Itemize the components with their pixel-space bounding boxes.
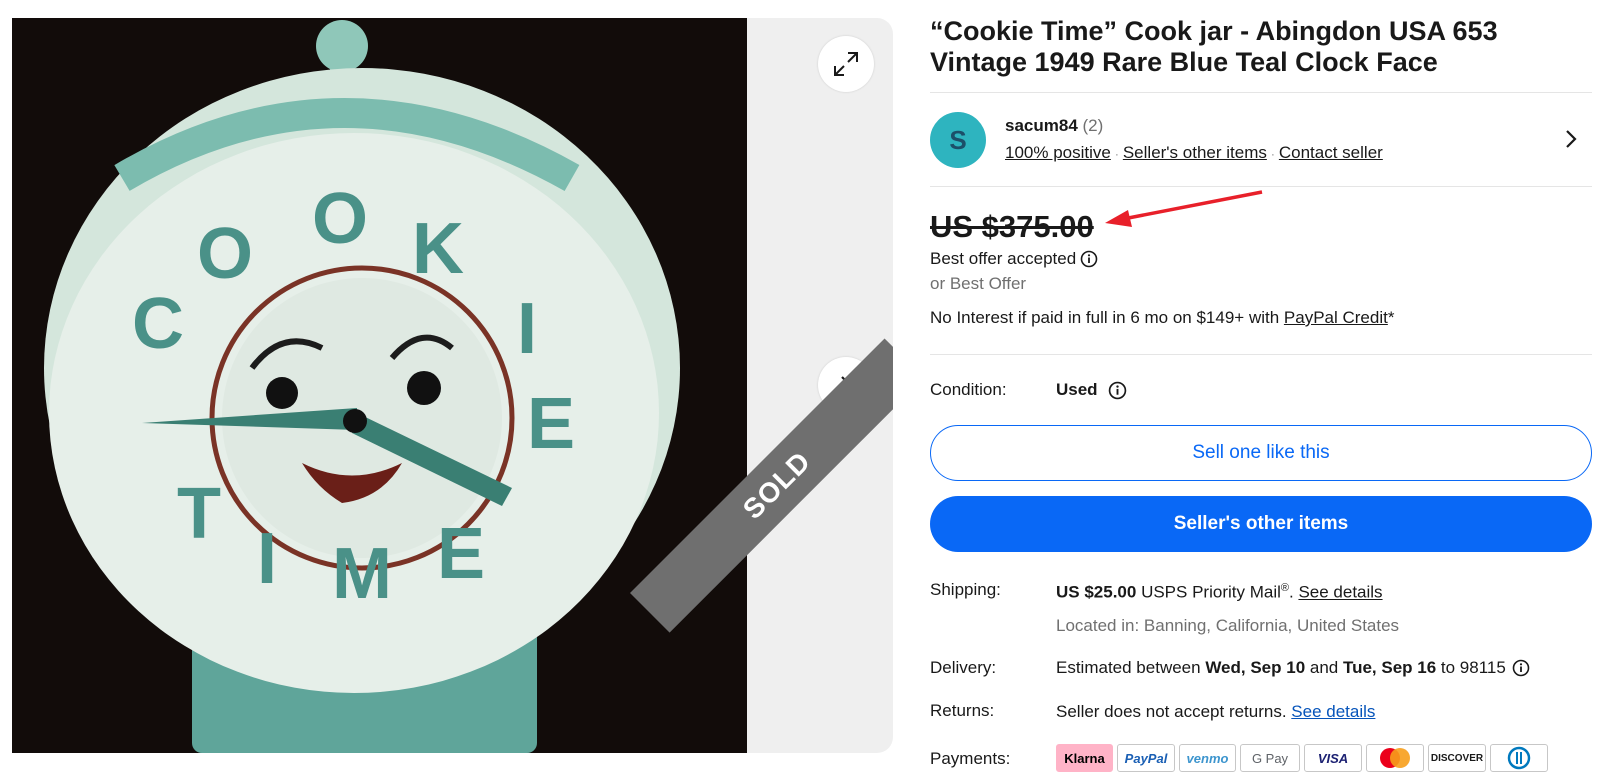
- shipping-label: Shipping:: [930, 580, 1001, 599]
- delivery-end: Tue, Sep 16: [1342, 658, 1437, 677]
- financing-copy: No Interest if paid in full in 6 mo on $…: [930, 308, 1284, 327]
- venmo-icon: venmo: [1179, 744, 1236, 772]
- item-location: Located in: Banning, California, United …: [1056, 616, 1400, 635]
- chevron-right-icon: [1566, 130, 1577, 148]
- seller-chevron-button[interactable]: [1562, 128, 1580, 155]
- sold-ribbon: SOLD: [630, 338, 893, 633]
- delivery-value: Estimated between Wed, Sep 10 and Tue, S…: [1056, 658, 1530, 678]
- shipping-service: USPS Priority Mail: [1136, 582, 1281, 602]
- returns-value: Seller does not accept returns. See deta…: [1056, 702, 1375, 722]
- registered-mark: ®: [1280, 582, 1289, 594]
- seller-feedback-count: (2): [1082, 116, 1104, 135]
- separator: ·: [1114, 147, 1119, 161]
- delivery-suffix: to 98115: [1436, 658, 1506, 677]
- sellers-other-items-button[interactable]: Seller's other items: [930, 496, 1592, 552]
- diners-club-icon: [1490, 744, 1548, 772]
- contact-seller-link[interactable]: Contact seller: [1279, 143, 1383, 162]
- info-icon[interactable]: [1512, 659, 1530, 677]
- seller-links: 100% positive · Seller's other items · Conta…: [1005, 143, 1383, 163]
- sold-label: SOLD: [736, 445, 817, 526]
- seller-username[interactable]: sacum84: [1005, 116, 1078, 135]
- avatar-letter: S: [949, 124, 967, 155]
- returns-see-details-link[interactable]: See details: [1291, 702, 1375, 721]
- returns-text: Seller does not accept returns.: [1056, 702, 1292, 721]
- condition-value: Used: [1056, 380, 1127, 400]
- seller-avatar[interactable]: S: [930, 112, 986, 168]
- seller-positive-link[interactable]: 100% positive: [1005, 143, 1111, 162]
- separator: ·: [1270, 147, 1275, 161]
- delivery-label: Delivery:: [930, 658, 997, 677]
- best-offer-accepted-text: Best offer accepted: [930, 249, 1077, 268]
- google-pay-icon: G Pay: [1240, 744, 1300, 772]
- annotation-arrow-icon: [1105, 190, 1263, 227]
- discover-icon: DISCOVER: [1428, 744, 1486, 772]
- condition-used: Used: [1056, 380, 1098, 399]
- mastercard-icon: [1366, 744, 1424, 772]
- visa-icon: VISA: [1304, 744, 1362, 772]
- financing-text: No Interest if paid in full in 6 mo on $…: [930, 308, 1394, 328]
- delivery-middle: and: [1305, 658, 1343, 677]
- sell-one-like-this-button[interactable]: Sell one like this: [930, 425, 1592, 481]
- paypal-icon: PayPal: [1117, 744, 1175, 772]
- best-offer-accepted: Best offer accepted: [930, 249, 1098, 269]
- listing-title: “Cookie Time” Cook jar - Abingdon USA 65…: [930, 16, 1498, 77]
- seller-items-label: Seller's other items: [1173, 513, 1349, 534]
- paypal-credit-link[interactable]: PayPal Credit: [1284, 308, 1388, 327]
- shipping-value: US $25.00 USPS Priority Mail®. See detai…: [1056, 582, 1383, 603]
- delivery-prefix: Estimated between: [1056, 658, 1206, 677]
- shipping-price: US $25.00: [1056, 582, 1137, 602]
- price-value: US $375.00: [930, 209, 1094, 244]
- payment-methods: Klarna PayPal venmo G Pay VISA DISCOVER: [1056, 744, 1552, 772]
- info-icon[interactable]: [1108, 381, 1127, 400]
- delivery-start: Wed, Sep 10: [1205, 658, 1306, 677]
- sell-one-label: Sell one like this: [1192, 442, 1330, 463]
- sold-ribbon-clip: SOLD: [12, 18, 893, 753]
- payments-label: Payments:: [930, 749, 1011, 768]
- or-best-offer: or Best Offer: [930, 274, 1027, 293]
- divider: [930, 92, 1592, 93]
- condition-label: Condition:: [930, 380, 1007, 399]
- visa-label: VISA: [1317, 750, 1349, 766]
- shipping-see-details-link[interactable]: See details: [1298, 583, 1382, 602]
- seller-name[interactable]: sacum84 (2): [1005, 116, 1103, 136]
- returns-label: Returns:: [930, 701, 995, 720]
- financing-asterisk: *: [1387, 308, 1395, 327]
- klarna-icon: Klarna: [1056, 744, 1113, 772]
- seller-other-items-link[interactable]: Seller's other items: [1123, 143, 1267, 162]
- info-icon[interactable]: [1080, 250, 1098, 268]
- divider: [930, 354, 1592, 355]
